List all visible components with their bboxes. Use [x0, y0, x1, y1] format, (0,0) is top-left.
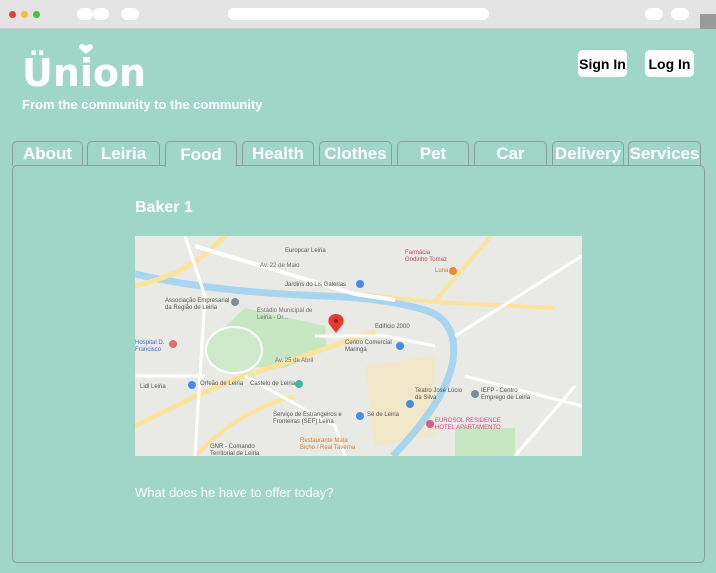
location-map[interactable]: Europcar Leiria Farmácia Godinho Tomaz L…	[135, 236, 582, 456]
logo-wordmark: Ünion	[22, 51, 146, 90]
share-button[interactable]	[645, 8, 663, 20]
map-label: Castelo de Leiria	[250, 381, 296, 387]
map-label: Restaurante Mata Bicho / Real Taverna	[300, 438, 356, 451]
map-label: Sé de Leiria	[367, 412, 400, 418]
sign-in-button[interactable]: Sign In	[578, 50, 627, 77]
place-title: Baker 1	[135, 199, 193, 216]
map-stadium	[205, 326, 263, 374]
scrollbar-thumb[interactable]	[700, 14, 716, 29]
tagline: From the community to the community	[22, 97, 263, 112]
tab-about[interactable]: About	[12, 141, 83, 166]
map-label: IEFP - Centro Emprego de Leiria	[481, 388, 531, 401]
poi-marker-icon[interactable]	[426, 420, 434, 428]
tab-delivery[interactable]: Delivery	[552, 141, 624, 166]
tab-clothes[interactable]: Clothes	[319, 141, 392, 166]
map-label: Jardins do Lis Galerias	[285, 282, 347, 288]
map-pin-icon[interactable]	[328, 314, 344, 333]
map-label: Luna	[435, 268, 449, 274]
poi-marker-icon[interactable]	[188, 381, 196, 389]
back-button[interactable]	[77, 8, 93, 20]
map-label: Orfeão de Leiria	[200, 381, 244, 387]
poi-marker-icon[interactable]	[449, 267, 457, 275]
forward-button[interactable]	[93, 8, 109, 20]
map-label: Farmácia Godinho Tomaz	[405, 250, 447, 263]
poi-marker-icon[interactable]	[356, 280, 364, 288]
address-bar[interactable]	[228, 8, 489, 20]
map-label: Centro Comercial Maringá	[345, 340, 392, 353]
map-label: Estádio Municipal de Leiria - Dr...	[257, 308, 313, 321]
tab-leiria[interactable]: Leiria	[87, 141, 160, 166]
browser-toolbar	[0, 0, 716, 29]
log-in-button[interactable]: Log In	[645, 50, 694, 77]
poi-marker-icon[interactable]	[406, 400, 414, 408]
window-maximize-icon[interactable]	[33, 11, 40, 18]
map-label: Av. 22 de Maio	[260, 263, 300, 269]
map-label: EUROSOL RESIDENCE HOTEL APARTAMENTO	[435, 418, 501, 431]
map-label: Europcar Leiria	[285, 248, 326, 254]
window-close-icon[interactable]	[9, 11, 16, 18]
map-label: GNR - Comando Territorial de Leiria	[210, 444, 260, 456]
window-minimize-icon[interactable]	[21, 11, 28, 18]
map-label: Av. 25 de Abril	[275, 358, 314, 364]
offer-question: What does he have to offer today?	[135, 485, 334, 500]
map-label: Associação Empresarial da Região de Leir…	[165, 298, 230, 311]
map-label: Hospital D. Francisco	[135, 340, 165, 353]
tab-pet[interactable]: Pet	[397, 141, 469, 166]
logo-graphic: Ünion	[22, 44, 146, 95]
map-label: Serviço de Estrangeiros e Fronteiras (SE…	[273, 412, 342, 425]
poi-marker-icon[interactable]	[295, 380, 303, 388]
tab-services[interactable]: Services	[628, 141, 701, 166]
map-road	[183, 236, 207, 456]
tab-health[interactable]: Health	[242, 141, 314, 166]
map-park	[455, 428, 515, 456]
map-road	[454, 254, 582, 338]
map-label: Teatro José Lúcio da Silva	[415, 388, 463, 401]
sidebar-toggle-button[interactable]	[121, 8, 139, 20]
union-logo[interactable]: Ünion	[22, 40, 147, 95]
map-pin-dot	[333, 318, 339, 324]
new-tab-button[interactable]	[671, 8, 689, 20]
tab-food[interactable]: Food	[165, 141, 237, 167]
map-label: Edifício 2000	[375, 324, 410, 330]
poi-marker-icon[interactable]	[356, 412, 364, 420]
tab-car[interactable]: Car	[474, 141, 547, 166]
poi-marker-icon[interactable]	[471, 390, 479, 398]
map-label: Lidl Leiria	[140, 384, 166, 390]
